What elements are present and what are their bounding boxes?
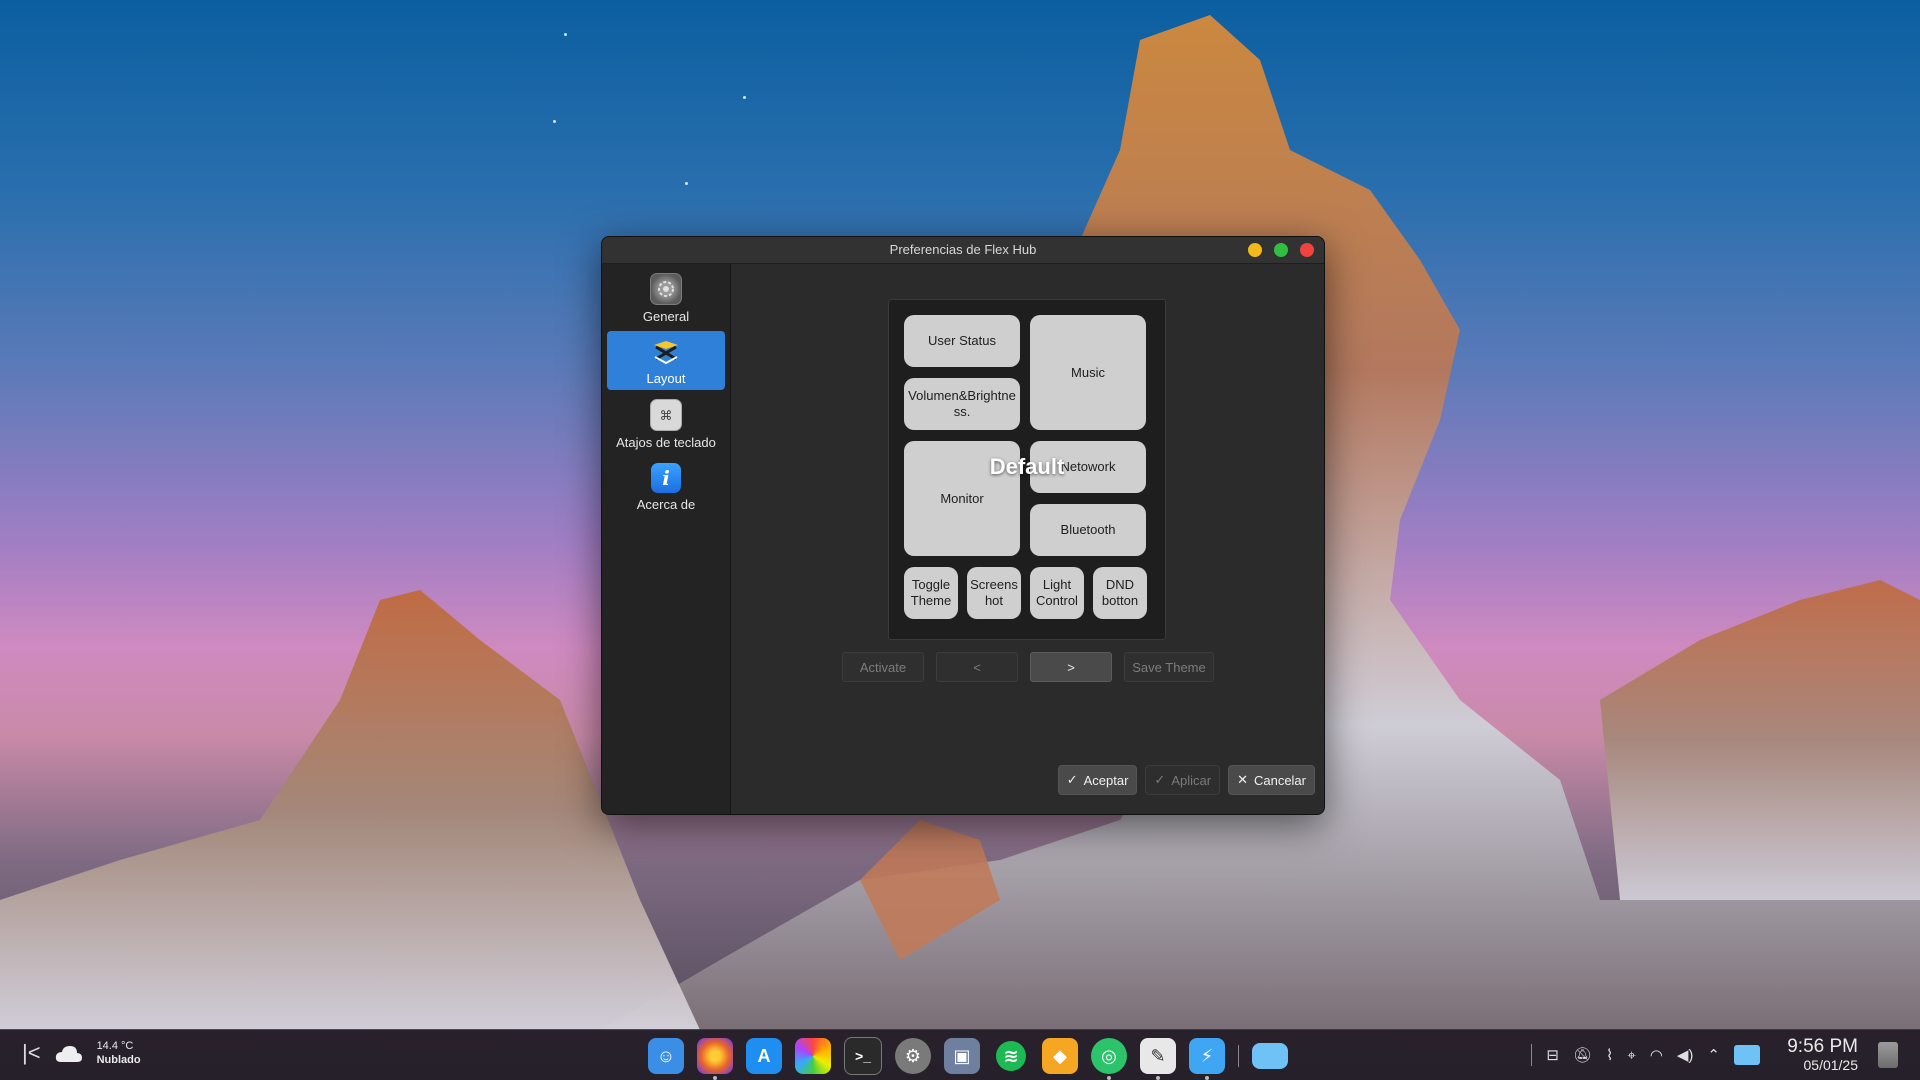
- layout-icon: [651, 337, 681, 367]
- dock-separator: [1238, 1045, 1239, 1067]
- weather-condition: Nublado: [96, 1054, 141, 1066]
- window-titlebar[interactable]: Preferencias de Flex Hub: [602, 237, 1324, 264]
- control-center-icon[interactable]: ⊟: [1546, 1046, 1559, 1064]
- photos-icon[interactable]: [795, 1038, 831, 1074]
- app-dock: ☺ A >_ ⚙ ▣ ≋ ◆ ◎ ✎ ⚡: [648, 1037, 1288, 1080]
- collapse-panel-icon[interactable]: |<: [22, 1040, 41, 1066]
- system-tray: ⊟ 🔕︎ ⌇ ⌖ ◠ ◀) ⌃: [1531, 1044, 1760, 1066]
- spotify-icon[interactable]: ≋: [996, 1041, 1026, 1071]
- app-store-icon[interactable]: A: [746, 1038, 782, 1074]
- sidebar-item-about[interactable]: i Acerca de: [607, 457, 725, 516]
- flex-hub-icon[interactable]: ⚡: [1189, 1038, 1225, 1080]
- volume-icon[interactable]: ◀): [1677, 1046, 1694, 1064]
- clipboard-icon[interactable]: ⌇: [1606, 1046, 1613, 1064]
- sidebar-item-general[interactable]: General: [607, 267, 725, 328]
- green-app-icon[interactable]: ◎: [1091, 1038, 1127, 1080]
- notifications-off-icon[interactable]: 🔕︎: [1573, 1046, 1592, 1064]
- wifi-icon[interactable]: ◠: [1650, 1046, 1663, 1064]
- accept-button[interactable]: ✓ Aceptar: [1057, 765, 1138, 795]
- tile-light-control[interactable]: Light Control: [1030, 567, 1084, 619]
- location-icon[interactable]: ⌖: [1627, 1047, 1635, 1064]
- terminal-icon[interactable]: >_: [844, 1037, 882, 1075]
- desktop-folder-icon[interactable]: [1734, 1045, 1760, 1065]
- theme-navigation: Activate < > Save Theme: [842, 652, 1214, 682]
- layout-preview: User Status Music Volumen&Brightness. Mo…: [888, 299, 1166, 640]
- sketch-icon[interactable]: ◆: [1042, 1038, 1078, 1074]
- temperature: 14.4 °C: [96, 1040, 134, 1052]
- tile-monitor[interactable]: Monitor: [904, 441, 1020, 556]
- tile-screenshot[interactable]: Screenshot: [967, 567, 1021, 619]
- tile-user-status[interactable]: User Status: [904, 315, 1020, 367]
- tile-toggle-theme[interactable]: Toggle Theme: [904, 567, 958, 619]
- sidebar-item-label: Atajos de teclado: [616, 435, 716, 450]
- info-icon: i: [651, 463, 681, 493]
- settings-icon: [650, 273, 682, 305]
- window-title: Preferencias de Flex Hub: [889, 242, 1037, 257]
- clock-time: 9:56 PM: [1787, 1036, 1858, 1057]
- finder-icon[interactable]: ☺: [648, 1038, 684, 1074]
- next-theme-button[interactable]: >: [1030, 652, 1112, 682]
- save-theme-button[interactable]: Save Theme: [1124, 652, 1214, 682]
- sidebar-item-label: Acerca de: [636, 497, 696, 512]
- tile-volume-brightness[interactable]: Volumen&Brightness.: [904, 378, 1020, 430]
- maximize-button[interactable]: [1274, 243, 1288, 257]
- system-settings-icon[interactable]: ⚙: [895, 1038, 931, 1074]
- preferences-sidebar: General Layout ⌘ Atajos de teclado i Ace…: [602, 264, 731, 814]
- previous-theme-button[interactable]: <: [936, 652, 1018, 682]
- dialog-buttons: ✓ Aceptar ✓ Aplicar ✕ Cancelar: [1057, 765, 1315, 795]
- keyboard-shortcuts-icon: ⌘: [650, 399, 682, 431]
- trash-icon[interactable]: [1878, 1042, 1898, 1068]
- chevron-up-icon[interactable]: ⌃: [1707, 1046, 1720, 1064]
- svg-text:⌘: ⌘: [660, 409, 673, 424]
- clock-date: 05/01/25: [1803, 1057, 1859, 1073]
- firefox-icon[interactable]: [697, 1038, 733, 1080]
- minimize-button[interactable]: [1248, 243, 1262, 257]
- cloudy-weather-icon[interactable]: [55, 1044, 83, 1062]
- apply-button[interactable]: ✓ Aplicar: [1145, 765, 1221, 795]
- close-button[interactable]: [1300, 243, 1314, 257]
- clock[interactable]: 9:56 PM 05/01/25: [1787, 1036, 1858, 1073]
- sidebar-item-layout[interactable]: Layout: [607, 331, 725, 390]
- tile-dnd[interactable]: DND botton: [1093, 567, 1147, 619]
- tile-bluetooth[interactable]: Bluetooth: [1030, 504, 1146, 556]
- sidebar-item-label: General: [642, 309, 690, 324]
- checkmark-icon: ✓: [1154, 772, 1166, 787]
- folder-icon[interactable]: [1252, 1043, 1288, 1069]
- tray-separator: [1531, 1044, 1533, 1066]
- weather-widget[interactable]: 14.4 °C Nublado: [97, 1039, 141, 1067]
- checkmark-icon: ✓: [1066, 772, 1078, 787]
- preferences-window: Preferencias de Flex Hub General Layout …: [601, 236, 1325, 815]
- close-icon: ✕: [1237, 772, 1248, 787]
- tile-network[interactable]: Netowork: [1030, 441, 1146, 493]
- text-editor-icon[interactable]: ✎: [1140, 1038, 1176, 1080]
- sidebar-item-keyboard-shortcuts[interactable]: ⌘ Atajos de teclado: [607, 393, 725, 454]
- taskbar: |< 14.4 °C Nublado ☺ A >_ ⚙ ▣ ≋ ◆ ◎ ✎ ⚡ …: [0, 1029, 1920, 1080]
- tile-music[interactable]: Music: [1030, 315, 1146, 430]
- layout-panel: User Status Music Volumen&Brightness. Mo…: [731, 264, 1324, 814]
- cancel-button[interactable]: ✕ Cancelar: [1228, 765, 1315, 795]
- sidebar-item-label: Layout: [646, 371, 686, 386]
- activate-button[interactable]: Activate: [842, 652, 924, 682]
- screenshot-tool-icon[interactable]: ▣: [944, 1038, 980, 1074]
